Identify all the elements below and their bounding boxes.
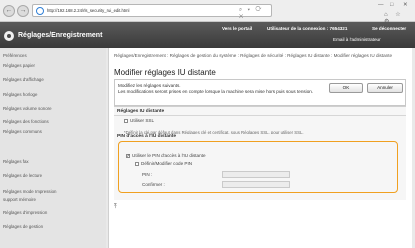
rui-section-heading: Réglages IU distante [117,109,165,114]
forward-arrow-icon[interactable]: → [17,5,29,17]
use-ssl-checkbox[interactable] [124,119,128,123]
info-box: Modifiez les réglages suivants. Les modi… [114,79,406,106]
login-user-label: Utilisateur de la connexion : 7654321 [267,26,348,31]
portal-link[interactable]: Vers le portail [222,26,252,31]
pin-label: PIN : [142,172,153,177]
sidebar-item[interactable]: Réglages volume sonore [3,106,52,111]
sidebar-item[interactable]: Réglages communs [3,129,42,134]
info-text: Modifiez les réglages suivants. Les modi… [118,83,314,94]
browser-chrome: ← → http://192.168.2.24/rls_security_rui… [0,0,415,25]
sidebar-item[interactable]: Réglages d'affichage [3,77,44,82]
admin-mail-link[interactable]: Email à l'administrateur [333,37,381,42]
cancel-button[interactable]: Annuler [367,83,403,93]
page-title: Modifier réglages IU distante [114,68,216,77]
sidebar-item[interactable]: Préférences [3,53,27,58]
url-text[interactable]: http://192.168.2.24/rls_security_rui_edi… [47,8,129,13]
settings-logo-icon [4,31,14,41]
logout-link[interactable]: Se déconnecter [372,26,406,31]
address-bar-action-icons[interactable]: ⌕ ▾ ⟳ ✕ [239,7,271,21]
main-panel: Réglages/Enregistrement : Réglages de ge… [108,48,412,248]
back-to-top-icon[interactable]: ⤒ [114,204,117,211]
back-arrow-icon[interactable]: ← [3,5,15,17]
pin-input[interactable] [222,171,290,178]
confirm-input[interactable] [222,181,290,188]
breadcrumb: Réglages/Enregistrement : Réglages de ge… [114,53,393,58]
pin-section-heading: PIN d'accès à l'IU distante [117,134,177,139]
app-header: Réglages/Enregistrement Vers le portail … [0,22,415,48]
use-pin-checkbox[interactable] [126,153,130,159]
ok-button[interactable]: OK [329,83,363,93]
sidebar: Préférences Réglages papier Réglages d'a… [0,48,106,248]
sidebar-item[interactable]: Réglages des fonctions [3,119,49,124]
use-pin-label: Utiliser le PIN d'accès à l'IU distante [132,153,206,158]
sidebar-item[interactable]: Réglages de lecture [3,173,42,178]
window-maximize-icon[interactable]: □ [390,2,393,8]
set-pin-checkbox[interactable] [135,162,139,166]
pin-section: PIN d'accès à l'IU distante Utiliser le … [114,134,406,200]
sidebar-item[interactable]: Réglages de gestion [3,224,43,229]
sidebar-item[interactable]: Réglages fax [3,159,29,164]
window-close-icon[interactable]: ✕ [403,2,408,8]
address-bar[interactable]: http://192.168.2.24/rls_security_rui_edi… [32,4,272,20]
sidebar-item[interactable]: Réglages d'impression [3,210,47,215]
set-pin-label: Définir/Modifier code PIN [141,161,193,166]
window-minimize-icon[interactable]: — [378,2,384,8]
sidebar-item[interactable]: support mémoire [3,197,36,202]
section-divider [114,115,406,116]
app-title: Réglages/Enregistrement [18,32,103,39]
confirm-label: Confirmer : [142,182,165,187]
sidebar-item[interactable]: Réglages papier [3,63,35,68]
use-ssl-label: Utiliser SSL [130,118,154,123]
sidebar-item[interactable]: Réglages mode Impression [3,189,56,194]
browser-logo-icon [36,7,44,15]
sidebar-item[interactable]: Réglages horloge [3,92,37,97]
